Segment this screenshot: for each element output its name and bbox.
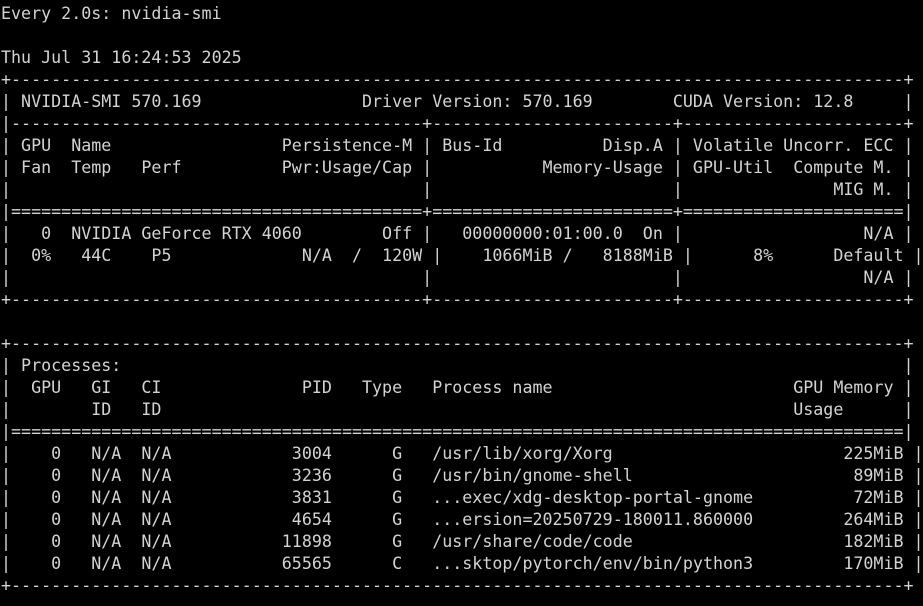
table-divider: |---------------------------------------… (1, 114, 914, 133)
gpu-row-2: | 0% 44C P5 N/A / 120W | 1066MiB / 8188M… (1, 246, 923, 265)
process-row: | 0 N/A N/A 3004 G /usr/lib/xorg/Xorg 22… (1, 444, 923, 463)
terminal-output[interactable]: Every 2.0s: nvidia-smi Thu Jul 31 16:24:5… (1, 3, 923, 597)
process-header-row-2: | ID ID Usage | (1, 400, 914, 419)
processes-title: | Processes: | (1, 356, 914, 375)
process-row: | 0 N/A N/A 65565 C ...sktop/pytorch/env… (1, 554, 923, 573)
gpu-header-row-1: | GPU Name Persistence-M | Bus-Id Disp.A… (1, 136, 914, 155)
gpu-row-1: | 0 NVIDIA GeForce RTX 4060 Off | 000000… (1, 224, 914, 243)
gpu-row-3: | | | N/A | (1, 268, 914, 287)
process-row: | 0 N/A N/A 3831 G ...exec/xdg-desktop-p… (1, 488, 923, 507)
table-border-bottom: +---------------------------------------… (1, 290, 914, 309)
process-row: | 0 N/A N/A 4654 G ...ersion=20250729-18… (1, 510, 923, 529)
timestamp: Thu Jul 31 16:24:53 2025 (1, 48, 242, 67)
gpu-header-row-2: | Fan Temp Perf Pwr:Usage/Cap | Memory-U… (1, 158, 914, 177)
process-header-separator: |=======================================… (1, 422, 914, 441)
process-table-border-top: +---------------------------------------… (1, 334, 914, 353)
process-header-row-1: | GPU GI CI PID Type Process name GPU Me… (1, 378, 914, 397)
process-row: | 0 N/A N/A 3236 G /usr/bin/gnome-shell … (1, 466, 923, 485)
process-row: | 0 N/A N/A 11898 G /usr/share/code/code… (1, 532, 923, 551)
gpu-header-row-3: | | | MIG M. | (1, 180, 914, 199)
version-info: | NVIDIA-SMI 570.169 Driver Version: 570… (1, 92, 914, 111)
table-border-top: +---------------------------------------… (1, 70, 914, 89)
header-separator: |=======================================… (1, 202, 914, 221)
process-table-border-bottom: +---------------------------------------… (1, 576, 914, 595)
watch-header: Every 2.0s: nvidia-smi (1, 4, 222, 23)
